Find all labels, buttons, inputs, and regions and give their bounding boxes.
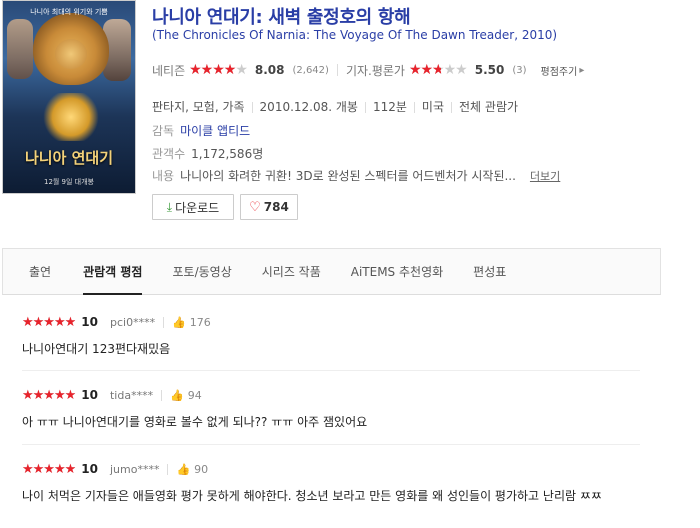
netizen-score: 8.08 (254, 63, 285, 77)
tab-cast[interactable]: 출연 (29, 249, 51, 294)
tab-photo-video[interactable]: 포토/동영상 (172, 249, 231, 294)
download-label: 다운로드 (175, 200, 220, 215)
director-label: 감독 (152, 124, 175, 138)
summary-row: 내용 나니아의 화려한 귀환! 3D로 완성된 스펙터를 어드벤처가 시작된...… (152, 167, 560, 184)
review-item: ★★★★★ ★★★★★ 10 pci0**** 👍 176 나니아연대기 123편… (22, 314, 640, 359)
director-link[interactable]: 마이클 앱티드 (180, 124, 250, 138)
director-row: 감독 마이클 앱티드 (152, 122, 250, 139)
netizen-label: 네티즌 (152, 63, 186, 78)
movie-poster[interactable]: 나니아 최대의 위기와 기쁨 나니아 연대기 12월 9일 대개봉 (2, 0, 136, 194)
movie-original-title: (The Chronicles Of Narnia: The Voyage Of… (152, 28, 558, 42)
thumbs-up-icon[interactable]: 👍 (172, 316, 186, 329)
critic-count: (3) (512, 64, 527, 76)
review-text: 아 ㅠㅠ 나니아연대기를 영화로 볼수 없게 되나?? ㅠㅠ 아주 잼있어요 (22, 415, 368, 429)
tab-aitems-recommend[interactable]: AiTEMS 추천영화 (351, 249, 443, 294)
like-button[interactable]: ♡ 784 (240, 194, 298, 220)
grade: 전체 관람가 (459, 100, 519, 114)
movie-basic-info: 판타지, 모험, 가족 2010.12.08. 개봉 112분 미국 전체 관람가 (152, 98, 518, 115)
review-user[interactable]: tida**** (110, 389, 153, 402)
tab-series[interactable]: 시리즈 작품 (262, 249, 321, 294)
detail-tabs: 출연 관람객 평점 포토/동영상 시리즈 작품 AiTEMS 추천영화 편성표 (2, 248, 661, 295)
tab-schedule[interactable]: 편성표 (473, 249, 506, 294)
review-header: ★★★★★ ★★★★★ 10 jumo**** 👍 90 (22, 461, 640, 477)
thumbs-up-icon[interactable]: 👍 (176, 463, 190, 476)
review-score: 10 (81, 462, 98, 476)
critic-label: 기자.평론가 (345, 63, 405, 78)
poster-title: 나니아 연대기 (24, 149, 114, 167)
audience-count: 1,172,586명 (191, 147, 264, 161)
review-user[interactable]: pci0**** (110, 316, 155, 329)
more-link[interactable]: 더보기 (530, 170, 560, 183)
review-item: ★★★★★ ★★★★★ 10 tida**** 👍 94 아 ㅠㅠ 나니아연대기를… (22, 387, 640, 432)
summary-text: 나니아의 화려한 귀환! 3D로 완성된 스펙터를 어드벤처가 시작된... (180, 169, 516, 183)
divider (336, 64, 338, 76)
review-star-rating: ★★★★★ ★★★★★ (22, 314, 76, 330)
tab-audience-rating[interactable]: 관람객 평점 (83, 249, 143, 295)
netizen-count: (2,642) (292, 64, 329, 76)
genre[interactable]: 판타지, 모험, 가족 (152, 100, 245, 114)
thumbs-up-icon[interactable]: 👍 (170, 389, 184, 402)
review-item: ★★★★★ ★★★★★ 10 jumo**** 👍 90 나이 처먹은 기자들은 … (22, 461, 640, 507)
review-user[interactable]: jumo**** (110, 463, 159, 476)
movie-title[interactable]: 나니아 연대기: 새벽 출정호의 항해 (152, 3, 411, 29)
review-divider (22, 444, 640, 445)
rating-summary: 네티즌 ★★★★★★★★★★ 8.08 (2,642) 기자.평론가 ★★★★★… (152, 61, 652, 79)
review-likes: 90 (194, 462, 209, 476)
poster-lion-image (33, 13, 109, 85)
review-likes: 94 (187, 388, 202, 402)
country[interactable]: 미국 (422, 100, 444, 114)
poster-release: 12월 9일 대개봉 (43, 178, 94, 186)
write-rating-link[interactable]: 평점주기 (541, 63, 578, 78)
like-count: 784 (263, 200, 289, 214)
review-header: ★★★★★ ★★★★★ 10 pci0**** 👍 176 (22, 314, 640, 330)
audience-label: 관객수 (152, 147, 186, 161)
poster-ship-image (43, 93, 99, 141)
poster-character-left (7, 19, 33, 79)
review-likes: 176 (189, 315, 211, 329)
review-score: 10 (81, 315, 98, 329)
review-star-rating: ★★★★★ ★★★★★ (22, 387, 76, 403)
netizen-star-rating: ★★★★★★★★★★ (189, 62, 248, 78)
review-divider (22, 370, 640, 371)
download-icon: ⤓ (166, 199, 173, 214)
summary-label: 내용 (152, 169, 175, 183)
poster-tagline: 나니아 최대의 위기와 기쁨 (30, 8, 108, 16)
review-star-rating: ★★★★★ ★★★★★ (22, 461, 76, 477)
runtime: 112분 (372, 100, 407, 114)
critic-score: 5.50 (474, 63, 505, 77)
download-button[interactable]: ⤓ 다운로드 (152, 194, 234, 220)
review-score: 10 (81, 388, 98, 402)
review-text: 나이 처먹은 기자들은 애들영화 평가 못하게 해야한다. 청소년 보라고 만든… (22, 489, 602, 503)
review-header: ★★★★★ ★★★★★ 10 tida**** 👍 94 (22, 387, 640, 403)
critic-star-rating: ★★★★★★★★★★ (408, 62, 468, 78)
heart-icon: ♡ (249, 199, 261, 215)
release-date[interactable]: 2010.12.08. 개봉 (260, 100, 358, 114)
review-text: 나니아연대기 123편다재밌음 (22, 342, 171, 356)
audience-row: 관객수 1,172,586명 (152, 145, 263, 162)
chevron-right-icon[interactable]: ▸ (579, 65, 584, 76)
